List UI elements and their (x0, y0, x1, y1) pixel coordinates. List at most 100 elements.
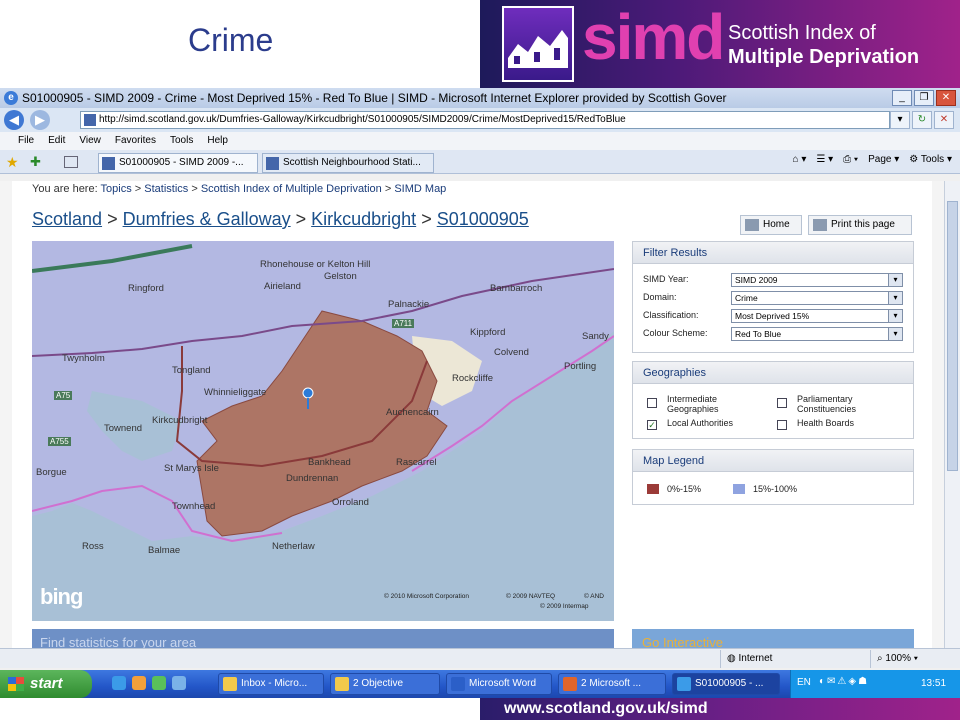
place-label: Dundrennan (286, 473, 339, 484)
home-button-label: Home (763, 219, 790, 230)
crumb-kirkcudbright[interactable]: Kirkcudbright (311, 209, 416, 229)
you-are-here-label: You are here: (32, 183, 98, 195)
local-authorities-checkbox[interactable]: ✓ (647, 420, 657, 430)
feeds-icon[interactable]: ☰ ▾ (816, 154, 833, 165)
print-page-button[interactable]: Print this page (808, 215, 912, 235)
refresh-icon[interactable]: ↻ (912, 111, 932, 129)
select-value: SIMD 2009 (735, 275, 778, 285)
place-label: Portling (564, 361, 597, 372)
page-content: You are here: Topics > Statistics > Scot… (12, 181, 932, 648)
maximize-button[interactable]: ❐ (914, 90, 934, 106)
stop-icon[interactable]: ✕ (934, 111, 954, 129)
place-label: Gelston (324, 271, 357, 282)
back-button[interactable]: ◀ (4, 110, 24, 130)
ie-quicklaunch-icon[interactable] (112, 676, 126, 690)
crumb-dumfries-galloway[interactable]: Dumfries & Galloway (123, 209, 291, 229)
crumb-scotland[interactable]: Scotland (32, 209, 102, 229)
menu-favorites[interactable]: Favorites (115, 132, 156, 150)
crumb-statistics[interactable]: Statistics (144, 183, 188, 195)
start-button[interactable]: start (0, 670, 92, 698)
zoom-icon: ⌕ (877, 653, 883, 664)
favorites-star-icon[interactable]: ★ (6, 154, 19, 171)
simd-banner: simd Scottish Index of Multiple Deprivat… (480, 0, 960, 88)
go-interactive-banner[interactable]: Go Interactive (632, 629, 914, 648)
place-label: Airieland (264, 281, 301, 292)
simd-logo-icon (502, 6, 574, 82)
menu-edit[interactable]: Edit (48, 132, 65, 150)
simd-map[interactable]: Rhonehouse or Kelton Hill Airieland Gels… (32, 241, 614, 621)
app-quicklaunch-icon[interactable] (172, 676, 186, 690)
menu-help[interactable]: Help (207, 132, 228, 150)
add-favorite-icon[interactable]: ✚ (30, 154, 41, 170)
place-label: Whinnieliggate (204, 387, 267, 398)
vertical-scrollbar[interactable] (944, 181, 960, 648)
home-icon[interactable]: ⌂ ▾ (793, 154, 807, 165)
url-dropdown-button[interactable]: ▾ (890, 111, 910, 129)
find-stats-bar[interactable]: Find statistics for your area (32, 629, 614, 648)
tab-neighbourhood-stats[interactable]: Scottish Neighbourhood Stati... (262, 153, 434, 173)
menu-tools[interactable]: Tools (170, 132, 193, 150)
location-breadcrumb: Scotland > Dumfries & Galloway > Kirkcud… (32, 209, 529, 229)
crumb-topics[interactable]: Topics (101, 183, 132, 195)
parliamentary-checkbox[interactable] (777, 398, 787, 408)
legend-title: Map Legend (633, 450, 913, 472)
menu-file[interactable]: File (18, 132, 34, 150)
simd-year-select[interactable]: SIMD 2009 ▾ (731, 273, 903, 287)
chevron-down-icon: ▾ (888, 310, 902, 322)
close-button[interactable]: ✕ (936, 90, 956, 106)
task-word[interactable]: Microsoft Word (446, 673, 552, 695)
tab-favicon-icon (102, 157, 115, 170)
tools-menu[interactable]: ⚙ Tools ▾ (909, 154, 952, 165)
place-label: Kippford (470, 327, 506, 338)
select-value: Crime (735, 293, 758, 303)
place-label: Sandy (582, 331, 609, 342)
zoom-control[interactable]: ⌕ 100% ▾ (870, 650, 960, 668)
checkbox-label: Local Authorities (667, 418, 734, 428)
map-copyright: © AND (584, 593, 604, 600)
forward-button[interactable]: ▶ (30, 110, 50, 130)
command-bar: ⌂ ▾ ☰ ▾ ⎙ ▾ Page ▾ ⚙ Tools ▾ (793, 154, 953, 165)
language-indicator[interactable]: EN (797, 677, 811, 688)
footer-url[interactable]: www.scotland.gov.uk/simd (480, 698, 960, 720)
home-button[interactable]: Home (740, 215, 802, 235)
place-label: Barnbarroch (490, 283, 543, 294)
crumb-simd[interactable]: Scottish Index of Multiple Deprivation (201, 183, 382, 195)
brand-line-1: Scottish Index of (728, 22, 876, 44)
scrollbar-thumb[interactable] (947, 201, 958, 471)
tab-simd-map[interactable]: S01000905 - SIMD 2009 -... (98, 153, 258, 173)
place-label: Ringford (128, 283, 164, 294)
print-icon[interactable]: ⎙ ▾ (843, 154, 858, 165)
task-powerpoint[interactable]: 2 Microsoft ... (558, 673, 666, 695)
task-ie-simd[interactable]: S01000905 - ... (672, 673, 780, 695)
page-viewport: You are here: Topics > Statistics > Scot… (0, 181, 944, 648)
minimize-button[interactable]: _ (892, 90, 912, 106)
road-label: A75 (54, 391, 73, 400)
menu-view[interactable]: View (79, 132, 101, 150)
desktop-quicklaunch-icon[interactable] (152, 676, 166, 690)
crumb-simd-map[interactable]: SIMD Map (394, 183, 446, 195)
domain-select[interactable]: Crime ▾ (731, 291, 903, 305)
quick-tabs-icon[interactable] (64, 156, 78, 168)
health-boards-checkbox[interactable] (777, 420, 787, 430)
colour-scheme-select[interactable]: Red To Blue ▾ (731, 327, 903, 341)
url-input[interactable]: http://simd.scotland.gov.uk/Dumfries-Gal… (80, 111, 890, 129)
crumb-datazone[interactable]: S01000905 (437, 209, 529, 229)
intermediate-geographies-checkbox[interactable] (647, 398, 657, 408)
checkbox-label: Intermediate Geographies (667, 394, 719, 414)
task-inbox[interactable]: Inbox - Micro... (218, 673, 324, 695)
status-bar: ◍ Internet ⌕ 100% ▾ (0, 648, 960, 668)
window-title: S01000905 - SIMD 2009 - Crime - Most Dep… (22, 91, 727, 105)
window-titlebar[interactable]: e S01000905 - SIMD 2009 - Crime - Most D… (0, 88, 960, 108)
address-bar: ◀ ▶ http://simd.scotland.gov.uk/Dumfries… (0, 108, 960, 132)
slide: Crime simd Scottish Index of Multiple De… (0, 0, 960, 720)
tray-icons[interactable]: ◐✉⚠◈☗ (819, 676, 869, 687)
task-label: 2 Objective (353, 678, 404, 689)
task-objective[interactable]: 2 Objective (330, 673, 440, 695)
outlook-quicklaunch-icon[interactable] (132, 676, 146, 690)
system-tray: EN ◐✉⚠◈☗ 13:51 (790, 670, 960, 698)
page-menu[interactable]: Page ▾ (868, 154, 899, 165)
classification-select[interactable]: Most Deprived 15% ▾ (731, 309, 903, 323)
ie-window: e S01000905 - SIMD 2009 - Crime - Most D… (0, 88, 960, 698)
chevron-down-icon: ▾ (888, 274, 902, 286)
place-label: Palnackie (388, 299, 430, 310)
